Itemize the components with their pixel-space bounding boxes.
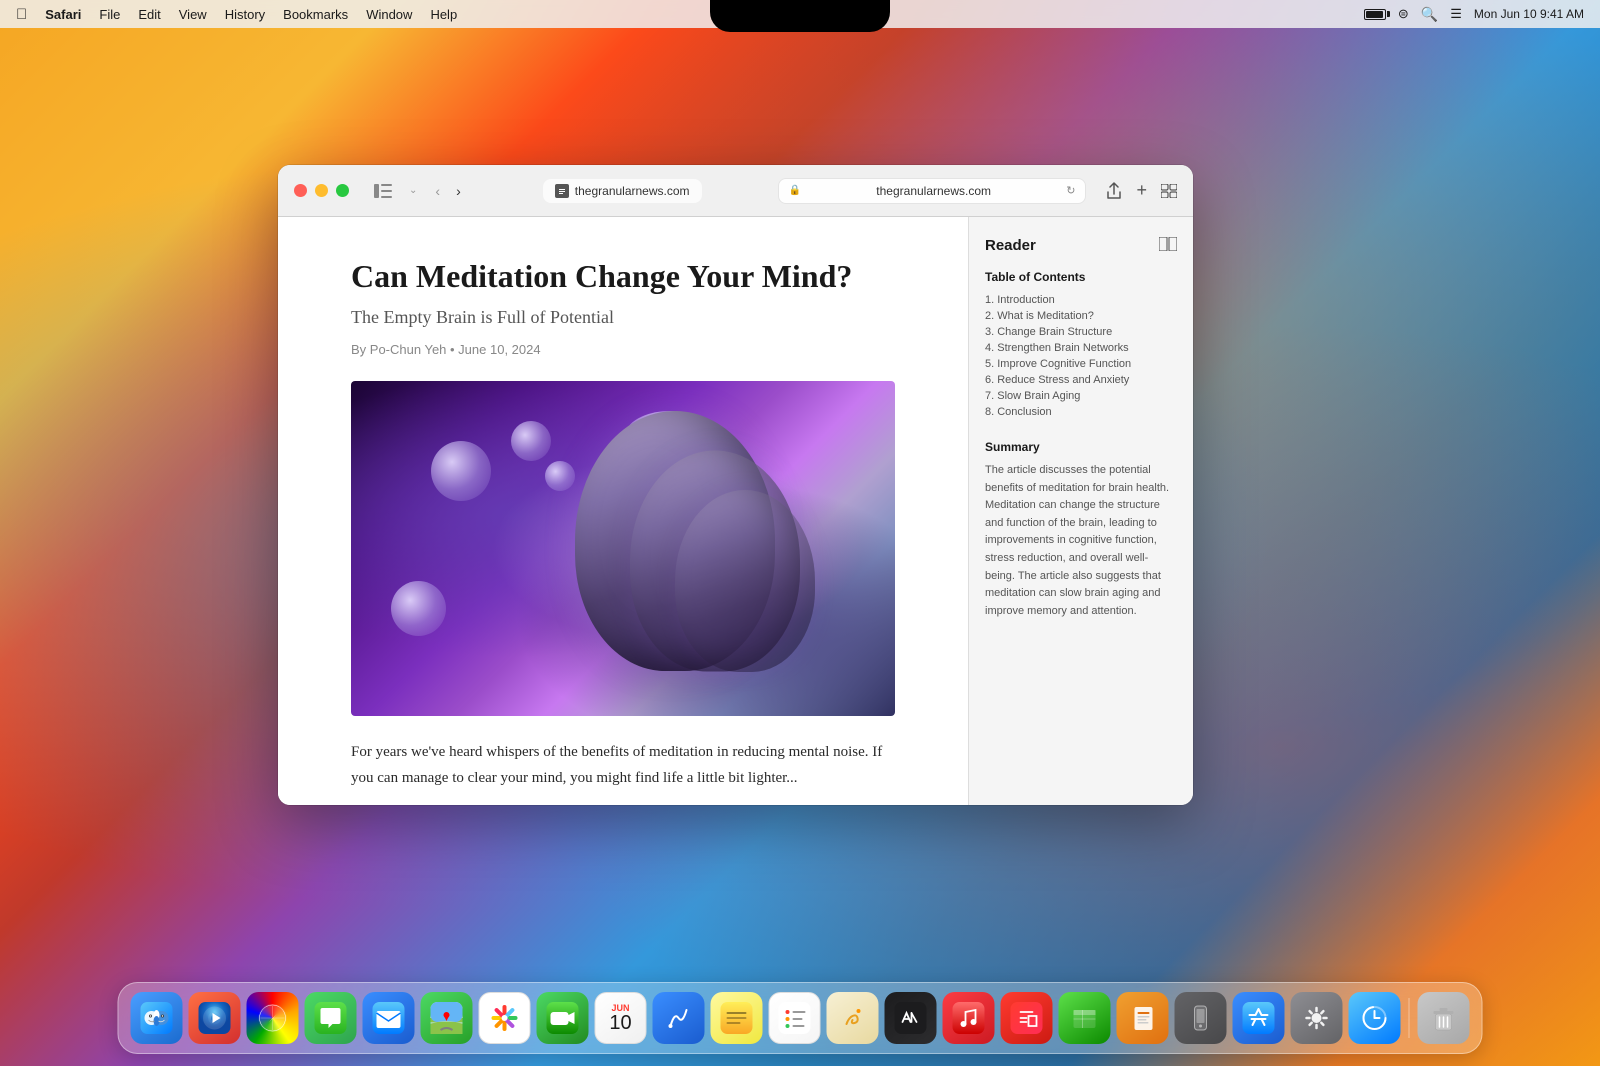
toc-heading: Table of Contents xyxy=(985,270,1177,284)
toc-item-slow-brain-aging[interactable]: 7. Slow Brain Aging xyxy=(985,388,1177,404)
sidebar-toggle-chevron: ⌄ xyxy=(409,185,417,196)
menubar-clock: Mon Jun 10 9:41 AM xyxy=(1474,7,1584,21)
window-controls xyxy=(294,184,349,197)
minimize-button[interactable] xyxy=(315,184,328,197)
summary-text: The article discusses the potential bene… xyxy=(985,462,1177,620)
menubar-right: ⊜ 🔍 ☰ Mon Jun 10 9:41 AM xyxy=(1364,6,1584,23)
tab-overview-button[interactable] xyxy=(1161,184,1177,198)
reader-title: Reader xyxy=(985,237,1036,254)
search-icon[interactable]: 🔍 xyxy=(1421,6,1438,23)
dock-icon-reminders[interactable] xyxy=(769,992,821,1044)
article-body: For years we've heard whispers of the be… xyxy=(351,740,895,791)
menubar-window[interactable]: Window xyxy=(366,7,412,22)
bubble-decoration xyxy=(545,461,575,491)
toolbar-actions: + xyxy=(1106,180,1177,201)
safari-content: Can Meditation Change Your Mind? The Emp… xyxy=(278,217,1193,805)
new-tab-button[interactable]: + xyxy=(1136,180,1147,201)
dock-icon-system-settings[interactable] xyxy=(1291,992,1343,1044)
bubble-decoration xyxy=(391,581,446,636)
lock-icon: 🔒 xyxy=(789,185,801,196)
reader-panel: Reader Table of Contents 1. Introduction… xyxy=(968,217,1193,805)
maximize-button[interactable] xyxy=(336,184,349,197)
menubar-bookmarks[interactable]: Bookmarks xyxy=(283,7,348,22)
nav-arrows: ‹ › xyxy=(429,179,466,203)
share-button[interactable] xyxy=(1106,182,1122,200)
dock-icon-freeform-canvas[interactable] xyxy=(827,992,879,1044)
dock-icon-appstore[interactable] xyxy=(1233,992,1285,1044)
back-button[interactable]: ‹ xyxy=(429,179,446,203)
dock-icon-launchpad[interactable] xyxy=(189,992,241,1044)
dock-icon-safari[interactable] xyxy=(247,992,299,1044)
summary-heading: Summary xyxy=(985,440,1177,454)
dock-icon-news[interactable] xyxy=(1001,992,1053,1044)
dock-icon-maps[interactable] xyxy=(421,992,473,1044)
toc-item-introduction[interactable]: 1. Introduction xyxy=(985,292,1177,308)
article-subtitle: The Empty Brain is Full of Potential xyxy=(351,307,895,328)
dock-icon-numbers[interactable] xyxy=(1059,992,1111,1044)
desktop:  Safari File Edit View History Bookmark… xyxy=(0,0,1600,1066)
toc-item-change-brain-structure[interactable]: 3. Change Brain Structure xyxy=(985,324,1177,340)
reader-layout-button[interactable] xyxy=(1159,237,1177,254)
dock-icon-appletv[interactable] xyxy=(885,992,937,1044)
article-area[interactable]: Can Meditation Change Your Mind? The Emp… xyxy=(278,217,968,805)
reader-header: Reader xyxy=(985,237,1177,254)
menubar-left:  Safari File Edit View History Bookmark… xyxy=(16,6,457,23)
apple-menu-icon[interactable]:  xyxy=(16,6,27,23)
dock-separator xyxy=(1409,998,1410,1038)
toc-item-conclusion[interactable]: 8. Conclusion xyxy=(985,404,1177,420)
bubble-decoration xyxy=(511,421,551,461)
bubble-decoration xyxy=(431,441,491,501)
toc-item-improve-cognitive[interactable]: 5. Improve Cognitive Function xyxy=(985,356,1177,372)
menubar-file[interactable]: File xyxy=(99,7,120,22)
menubar-history[interactable]: History xyxy=(225,7,265,22)
wifi-icon: ⊜ xyxy=(1398,6,1409,22)
control-center-icon[interactable]: ☰ xyxy=(1450,6,1462,22)
dock: JUN 10 xyxy=(118,982,1483,1054)
battery-icon xyxy=(1364,9,1386,20)
dock-icon-facetime[interactable] xyxy=(537,992,589,1044)
safari-toolbar: ⌄ ‹ › thegranularnews.com xyxy=(278,165,1193,217)
menubar-edit[interactable]: Edit xyxy=(138,7,160,22)
article-title: Can Meditation Change Your Mind? xyxy=(351,257,895,295)
dock-icon-photos[interactable] xyxy=(479,992,531,1044)
dock-icon-calendar[interactable]: JUN 10 xyxy=(595,992,647,1044)
sidebar-toggle-button[interactable] xyxy=(369,180,397,202)
dock-icon-mail[interactable] xyxy=(363,992,415,1044)
tab-container: thegranularnews.com xyxy=(479,179,766,203)
reload-button[interactable]: ↻ xyxy=(1066,184,1075,197)
dock-icon-pages[interactable] xyxy=(1117,992,1169,1044)
safari-window: ⌄ ‹ › thegranularnews.com xyxy=(278,165,1193,805)
address-bar[interactable]: 🔒 thegranularnews.com ↻ xyxy=(778,178,1087,204)
dock-icon-messages[interactable] xyxy=(305,992,357,1044)
calendar-day: 10 xyxy=(609,1013,631,1033)
menubar-view[interactable]: View xyxy=(179,7,207,22)
article-byline: By Po-Chun Yeh • June 10, 2024 xyxy=(351,342,895,357)
dock-icon-notes[interactable] xyxy=(711,992,763,1044)
toc-item-what-is-meditation[interactable]: 2. What is Meditation? xyxy=(985,308,1177,324)
address-text: thegranularnews.com xyxy=(807,184,1060,198)
menubar-app-name[interactable]: Safari xyxy=(45,7,81,22)
tab-label: thegranularnews.com xyxy=(575,184,690,198)
dock-icon-music[interactable] xyxy=(943,992,995,1044)
dock-icon-screentime[interactable] xyxy=(1349,992,1401,1044)
head-figure xyxy=(675,490,815,672)
menubar-help[interactable]: Help xyxy=(430,7,457,22)
notch xyxy=(710,0,890,32)
forward-button[interactable]: › xyxy=(450,179,467,203)
close-button[interactable] xyxy=(294,184,307,197)
tab-item[interactable]: thegranularnews.com xyxy=(543,179,702,203)
article-hero-image xyxy=(351,381,895,716)
dock-icon-iphone-mirroring[interactable] xyxy=(1175,992,1227,1044)
toc-item-reduce-stress[interactable]: 6. Reduce Stress and Anxiety xyxy=(985,372,1177,388)
tab-favicon xyxy=(555,184,569,198)
toc-item-strengthen-brain-networks[interactable]: 4. Strengthen Brain Networks xyxy=(985,340,1177,356)
dock-icon-finder[interactable] xyxy=(131,992,183,1044)
dock-icon-freeform[interactable] xyxy=(653,992,705,1044)
dock-icon-trash[interactable] xyxy=(1418,992,1470,1044)
brain-art xyxy=(351,381,895,716)
article-inner: Can Meditation Change Your Mind? The Emp… xyxy=(303,217,943,805)
toc-list: 1. Introduction 2. What is Meditation? 3… xyxy=(985,292,1177,420)
